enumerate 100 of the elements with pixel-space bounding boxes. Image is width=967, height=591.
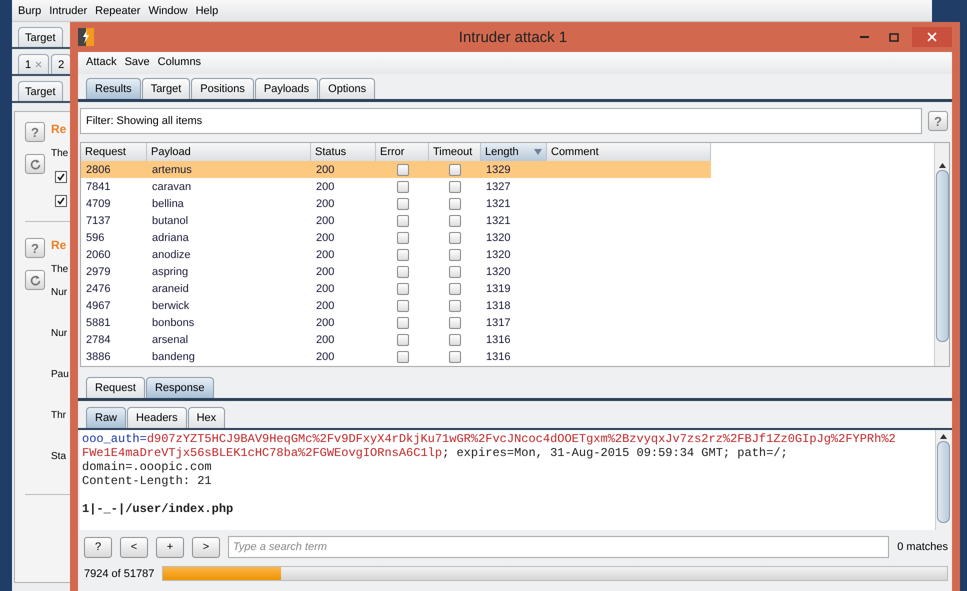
scrollbar[interactable]	[935, 430, 950, 530]
checkbox[interactable]	[449, 198, 461, 210]
table-cell-text: 200	[315, 230, 336, 246]
tab[interactable]: Request	[86, 377, 145, 398]
table-cell-text: 7137	[85, 214, 112, 228]
table-cell-text: 1329	[485, 162, 512, 178]
search-button[interactable]: ?	[84, 536, 112, 558]
table-cell-text: 1321	[485, 196, 512, 212]
checkbox[interactable]	[396, 350, 408, 362]
table-cell-text: 200	[315, 264, 336, 280]
checkbox[interactable]	[449, 214, 461, 226]
table-cell-text: 200	[315, 332, 336, 348]
menu-item[interactable]: Burp	[18, 4, 42, 16]
option-label: The	[51, 148, 68, 159]
column-header[interactable]: Length	[481, 143, 547, 161]
menu-item[interactable]: Save	[124, 56, 150, 70]
table-cell-text: 1316	[485, 350, 512, 364]
section-heading: Re	[51, 122, 66, 136]
restore-button[interactable]	[25, 270, 45, 290]
scrollbar[interactable]	[934, 143, 949, 366]
table-cell-text: 200	[315, 282, 336, 296]
maximize-icon	[889, 32, 899, 42]
tab[interactable]: Options	[319, 78, 376, 99]
checkbox[interactable]	[396, 266, 408, 278]
tab[interactable]: Hex	[188, 407, 226, 428]
table-cell-text: 200	[315, 298, 336, 314]
tab[interactable]: 2	[51, 54, 72, 74]
menu-item[interactable]: Columns	[158, 56, 202, 70]
checkbox[interactable]	[55, 195, 67, 207]
column-header[interactable]: Comment	[547, 143, 711, 161]
filter-bar[interactable]: Filter: Showing all items	[80, 108, 922, 134]
checkbox[interactable]	[396, 198, 408, 210]
tab[interactable]: 1	[18, 54, 50, 74]
response-line: 1|-_-|/user/index.php	[82, 501, 234, 516]
checkbox[interactable]	[396, 334, 408, 346]
menu-item[interactable]: Window	[148, 4, 188, 16]
checkbox[interactable]	[396, 232, 408, 244]
help-button[interactable]: ?	[928, 111, 948, 131]
tab[interactable]: Raw	[86, 407, 126, 428]
table-cell-text: 2476	[85, 282, 112, 296]
scroll-up-arrow-icon[interactable]	[938, 163, 946, 168]
checkbox[interactable]	[449, 282, 461, 294]
menu-item[interactable]: Intruder	[49, 4, 88, 16]
tab[interactable]: Target	[18, 27, 63, 47]
table-cell-text: aspring	[151, 264, 190, 280]
checkbox[interactable]	[449, 266, 461, 278]
checkbox[interactable]	[396, 300, 408, 312]
tab[interactable]: Payloads	[254, 78, 318, 99]
checkbox[interactable]	[449, 334, 461, 346]
table-cell-text: 1320	[485, 264, 512, 280]
table-cell-text: caravan	[151, 180, 192, 194]
column-header[interactable]: Error	[376, 143, 429, 161]
checkbox[interactable]	[396, 214, 408, 226]
table-cell-text: 3886	[85, 350, 112, 364]
tab[interactable]: Headers	[127, 407, 187, 428]
tab[interactable]: Results	[86, 78, 141, 99]
tab[interactable]: Positions	[191, 78, 254, 99]
table-cell-text: 5881	[85, 316, 112, 330]
help-button[interactable]: ?	[25, 238, 45, 258]
table-cell-text: 200	[315, 196, 336, 212]
checkbox[interactable]	[449, 316, 461, 328]
checkbox[interactable]	[55, 171, 67, 183]
tab[interactable]: Target	[142, 78, 190, 99]
table-cell-text: 1318	[485, 298, 512, 314]
checkbox[interactable]	[449, 164, 461, 176]
checkbox[interactable]	[396, 282, 408, 294]
menu-item[interactable]: Repeater	[95, 4, 140, 16]
search-button[interactable]: +	[156, 536, 184, 558]
menu-item[interactable]: Attack	[86, 56, 117, 70]
minimize-icon	[860, 36, 868, 38]
column-header[interactable]: Payload	[147, 143, 311, 161]
help-button[interactable]: ?	[25, 122, 45, 142]
tab[interactable]: Response	[146, 377, 214, 398]
checkbox[interactable]	[449, 232, 461, 244]
close-button[interactable]	[912, 27, 952, 47]
close-icon[interactable]	[35, 61, 42, 68]
response-line: domain=.ooopic.com	[82, 460, 212, 474]
checkbox[interactable]	[449, 350, 461, 362]
checkbox[interactable]	[449, 300, 461, 312]
column-header[interactable]: Timeout	[429, 143, 481, 161]
checkbox[interactable]	[449, 180, 461, 192]
column-header[interactable]: Request	[81, 143, 147, 161]
checkbox[interactable]	[396, 316, 408, 328]
scroll-up-arrow-icon[interactable]	[940, 434, 946, 439]
menu-item[interactable]: Help	[196, 4, 218, 16]
table-cell-text: 200	[315, 350, 336, 364]
search-button[interactable]: >	[192, 536, 220, 558]
restore-button[interactable]	[25, 154, 45, 174]
search-button[interactable]: <	[120, 536, 148, 558]
checkbox[interactable]	[449, 248, 461, 260]
table-cell-text: artemus	[151, 162, 193, 178]
column-header[interactable]: Status	[311, 143, 376, 161]
table-cell-text: anodize	[151, 248, 192, 262]
table-row[interactable]: 2806 artemus 200 1329	[81, 161, 711, 178]
section-heading: Re	[51, 238, 66, 252]
checkbox[interactable]	[396, 180, 408, 192]
search-field[interactable]: Type a search term	[228, 536, 890, 558]
tab[interactable]: Target	[18, 81, 63, 101]
checkbox[interactable]	[396, 248, 408, 260]
checkbox[interactable]	[396, 164, 408, 176]
